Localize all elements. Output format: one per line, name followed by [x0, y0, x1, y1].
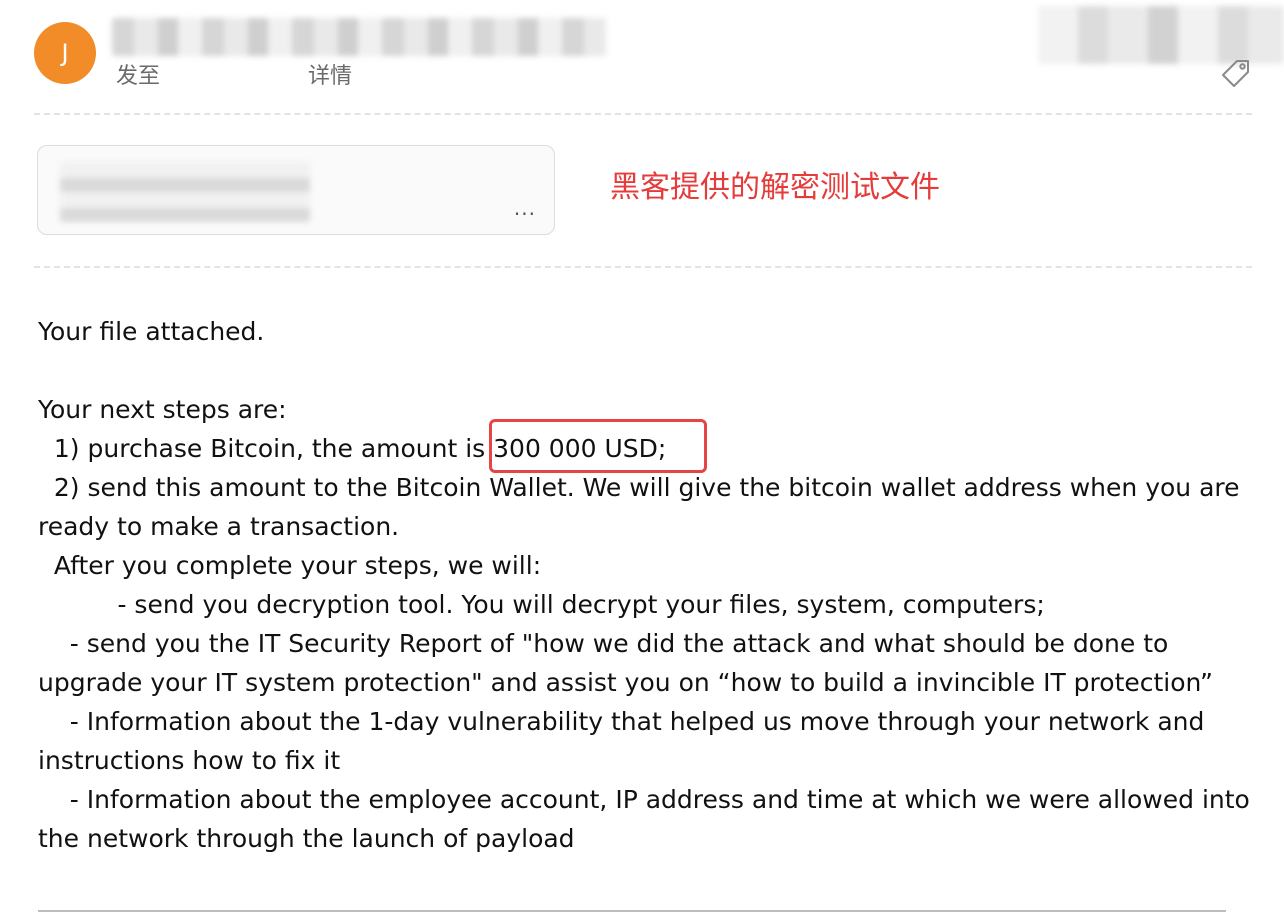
email-body: Your file attached. Your next steps are:… [38, 312, 1250, 858]
email-line: 2) send this amount to the Bitcoin Walle… [38, 473, 1248, 541]
attachment-name-redacted [60, 162, 310, 222]
annotation-label: 黑客提供的解密测试文件 [610, 170, 940, 205]
email-line: Your file attached. [38, 317, 265, 346]
tag-icon[interactable] [1220, 58, 1252, 90]
email-line: After you complete your steps, we will: [38, 551, 542, 580]
email-line: - send you the IT Security Report of "ho… [38, 629, 1213, 697]
date-redacted [1038, 6, 1284, 64]
details-link[interactable]: 详情 [308, 58, 352, 90]
avatar[interactable]: J [34, 22, 96, 84]
attachment-more-button[interactable]: ... [514, 196, 536, 220]
sender-name-redacted [112, 18, 606, 56]
email-line: - Information about the employee account… [38, 785, 1258, 853]
attachment-card[interactable]: ... [37, 145, 555, 235]
bottom-rule [38, 910, 1226, 912]
email-line: - send you decryption tool. You will dec… [38, 590, 1045, 619]
amount-highlight-box [489, 419, 707, 473]
email-line: - Information about the 1-day vulnerabil… [38, 707, 1213, 775]
sent-to-label[interactable]: 发至 [116, 58, 160, 90]
email-line: Your next steps are: [38, 395, 287, 424]
divider-middle [34, 266, 1252, 268]
divider-top [34, 113, 1252, 115]
